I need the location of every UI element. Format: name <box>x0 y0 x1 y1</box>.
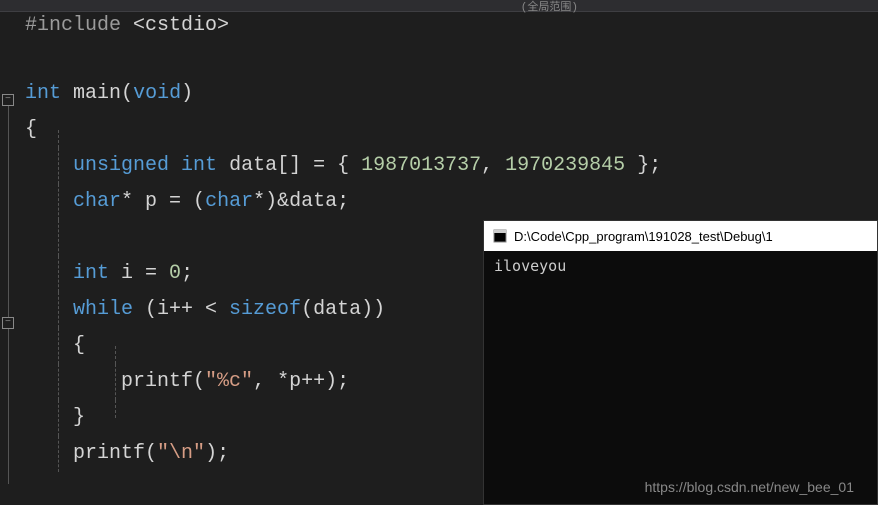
fold-marker-main[interactable]: − <box>2 94 14 106</box>
preproc-include: #include <box>25 14 121 37</box>
num-literal: 1987013737 <box>361 154 481 177</box>
while-keyword: while <box>73 298 133 321</box>
editor-top-bar: (全局范围) <box>0 0 878 12</box>
code-line: #include <cstdio> <box>25 12 878 40</box>
fold-marker-while[interactable]: − <box>2 317 14 329</box>
console-title-bar[interactable]: D:\Code\Cpp_program\191028_test\Debug\1 <box>484 221 877 251</box>
code-line-brace: { <box>25 112 878 148</box>
var-i: i = <box>109 262 169 285</box>
code-line-decl2: char* p = (char*)&data; <box>25 184 878 220</box>
console-output: iloveyou <box>484 251 877 281</box>
fold-line <box>8 329 9 484</box>
printf-call: printf <box>73 442 145 465</box>
func-name: main <box>73 82 121 105</box>
code-line-blank <box>25 40 878 76</box>
console-output-text: iloveyou <box>494 257 566 275</box>
format-string: "\n" <box>157 442 205 465</box>
printf-call: printf <box>121 370 193 393</box>
fold-line <box>8 106 9 317</box>
console-title-text: D:\Code\Cpp_program\191028_test\Debug\1 <box>514 229 773 244</box>
sizeof-keyword: sizeof <box>229 298 301 321</box>
var-p: p = ( <box>133 190 205 213</box>
console-icon <box>492 228 508 244</box>
var-data: data[] <box>229 154 301 177</box>
include-header: <cstdio> <box>133 14 229 37</box>
console-window[interactable]: D:\Code\Cpp_program\191028_test\Debug\1 … <box>483 220 878 505</box>
format-string: "%c" <box>205 370 253 393</box>
return-type: int <box>25 82 61 105</box>
param-type: void <box>133 82 181 105</box>
code-line-decl1: unsigned int data[] = { 1987013737, 1970… <box>25 148 878 184</box>
code-line-main: int main(void) <box>25 76 878 112</box>
watermark: https://blog.csdn.net/new_bee_01 <box>645 479 854 495</box>
gutter: − − <box>0 12 20 505</box>
num-literal: 1970239845 <box>505 154 625 177</box>
